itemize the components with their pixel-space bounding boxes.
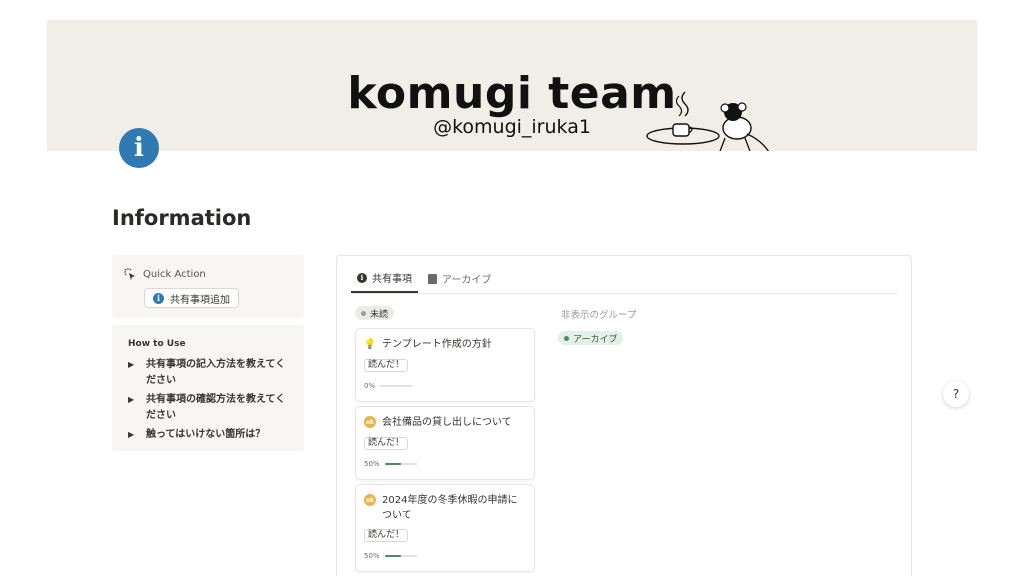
board-card[interactable]: ok 2024年度の冬季休暇の申請について 読んだ！ 50%: [355, 484, 535, 572]
help-icon: ?: [952, 387, 960, 401]
board-card[interactable]: 💡 テンプレート作成の方針 読んだ！ 0%: [355, 328, 535, 402]
info-icon: i: [153, 292, 164, 304]
progress-label: 50%: [364, 552, 380, 560]
page-title: Information: [112, 206, 252, 230]
group-unread-label: 未読: [370, 309, 389, 320]
progress-bar: [380, 385, 413, 387]
status-dot-icon: [564, 335, 569, 341]
toggle-triangle-icon[interactable]: ▶: [128, 427, 138, 443]
how-to-use-callout: How to Use ▶ 共有事項の記入方法を教えてください ▶ 共有事項の確認方法…: [112, 325, 304, 451]
progress-bar: [384, 555, 417, 557]
cover-title: komugi team: [347, 68, 677, 119]
hidden-groups-label[interactable]: 非表示のグループ: [561, 307, 636, 321]
ok-badge-icon: ok: [364, 416, 376, 428]
group-archive-badge[interactable]: アーカイブ: [558, 331, 624, 345]
card-title: ok 2024年度の冬季休暇の申請について: [364, 493, 526, 523]
document-icon: [428, 273, 437, 284]
tab-archive[interactable]: アーカイブ: [422, 270, 497, 293]
toggle-item[interactable]: ▶ 触ってはいけない箇所は？: [128, 427, 288, 443]
progress-bar: [384, 463, 417, 465]
quick-action-callout: Quick Action i 共有事項追加: [112, 255, 304, 318]
how-to-use-title: How to Use: [128, 339, 186, 349]
how-to-use-list: ▶ 共有事項の記入方法を教えてください ▶ 共有事項の確認方法を教えてください ▶ 触…: [128, 357, 288, 446]
read-tag: 読んだ！: [364, 529, 409, 542]
info-icon: i: [357, 272, 367, 283]
progress: 50%: [364, 552, 417, 560]
lightbulb-icon: 💡: [363, 338, 377, 350]
card-title-text: 会社備品の貸し出しについて: [382, 417, 512, 428]
progress-label: 0%: [364, 382, 376, 390]
toggle-item[interactable]: ▶ 共有事項の確認方法を教えてください: [128, 392, 288, 424]
toggle-item-label: 共有事項の記入方法を教えてください: [146, 359, 286, 386]
toggle-item[interactable]: ▶ 共有事項の記入方法を教えてください: [128, 357, 288, 389]
add-shared-item-button[interactable]: i 共有事項追加: [144, 288, 239, 308]
progress-label: 50%: [364, 460, 380, 468]
toggle-triangle-icon[interactable]: ▶: [128, 392, 138, 424]
cursor-click-icon: [124, 268, 135, 280]
read-tag: 読んだ！: [364, 437, 409, 450]
quick-action-label: Quick Action: [143, 268, 206, 280]
progress: 0%: [364, 382, 413, 390]
quick-action-header: Quick Action: [123, 267, 206, 281]
tab-label: 共有事項: [372, 274, 412, 285]
progress: 50%: [364, 460, 417, 468]
shared-items-database: i 共有事項 アーカイブ 未読 非表示のグループ アーカイブ 💡 テンプレート作…: [336, 255, 912, 576]
card-title: 💡 テンプレート作成の方針: [364, 337, 526, 352]
card-title: ok 会社備品の貸し出しについて: [364, 415, 526, 430]
mouse-coffee-illustration: [646, 91, 770, 151]
help-button[interactable]: ?: [943, 381, 969, 407]
board-card[interactable]: ok 会社備品の貸し出しについて 読んだ！ 50%: [355, 406, 535, 480]
info-icon[interactable]: i: [119, 128, 159, 168]
card-title-text: 2024年度の冬季休暇の申請について: [382, 495, 518, 521]
cover-handle: @komugi_iruka1: [433, 116, 591, 138]
toggle-item-label: 共有事項の確認方法を教えてください: [146, 394, 286, 421]
info-icon-glyph: i: [134, 133, 144, 163]
tab-label: アーカイブ: [442, 275, 492, 286]
progress-bar-fill: [384, 555, 401, 557]
toggle-item-label: 触ってはいけない箇所は？: [146, 429, 266, 440]
card-title-text: テンプレート作成の方針: [382, 339, 492, 350]
group-archive-label: アーカイブ: [573, 334, 618, 345]
toggle-triangle-icon[interactable]: ▶: [128, 357, 138, 389]
add-shared-item-label: 共有事項追加: [170, 294, 230, 306]
tab-shared-items[interactable]: i 共有事項: [351, 270, 418, 293]
view-tabs: i 共有事項 アーカイブ: [351, 270, 897, 294]
ok-badge-icon: ok: [364, 494, 376, 506]
progress-bar-fill: [384, 463, 401, 465]
status-dot-icon: [361, 310, 366, 316]
read-tag: 読んだ！: [364, 359, 409, 372]
group-unread-badge[interactable]: 未読: [355, 306, 395, 320]
cover-banner: komugi team @komugi_iruka1: [47, 20, 977, 151]
